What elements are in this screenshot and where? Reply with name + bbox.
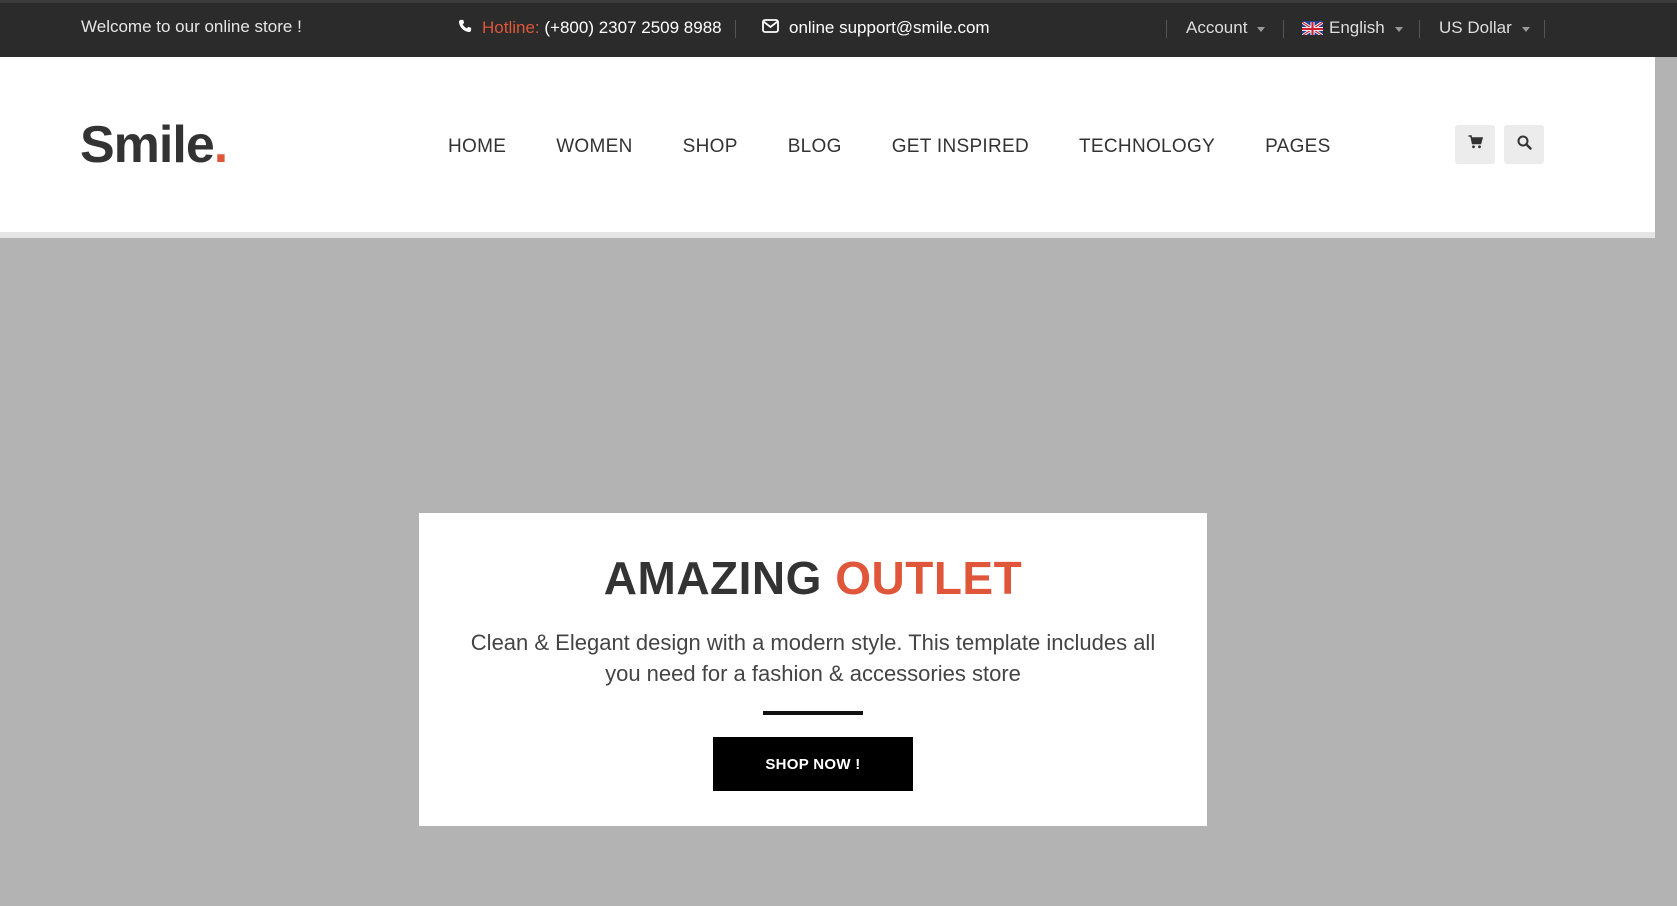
divider xyxy=(1544,20,1545,38)
divider xyxy=(1283,20,1284,38)
uk-flag-icon xyxy=(1302,21,1323,35)
hotline: Hotline: (+800) 2307 2509 8988 xyxy=(458,18,722,38)
hero-divider xyxy=(763,711,863,715)
site-logo[interactable]: Smile. xyxy=(80,115,228,175)
divider xyxy=(1419,20,1420,38)
divider xyxy=(1166,20,1167,38)
search-button[interactable] xyxy=(1504,125,1544,164)
caret-down-icon xyxy=(1521,27,1530,32)
currency-dropdown[interactable]: US Dollar xyxy=(1439,18,1530,38)
nav-item-blog[interactable]: BLOG xyxy=(788,136,842,158)
cart-button[interactable] xyxy=(1455,125,1495,164)
main-header: Smile. HOME WOMEN SHOP BLOG GET INSPIRED… xyxy=(0,57,1655,232)
header-shadow xyxy=(0,232,1655,238)
nav-item-get-inspired[interactable]: GET INSPIRED xyxy=(892,136,1029,158)
divider xyxy=(735,20,736,38)
logo-dot: . xyxy=(213,116,228,174)
search-icon xyxy=(1517,135,1532,155)
shop-now-button[interactable]: SHOP NOW ! xyxy=(713,737,913,791)
hero-description: Clean & Elegant design with a modern sty… xyxy=(470,630,1156,686)
hero-title-accent: OUTLET xyxy=(835,552,1023,604)
logo-text: Smile xyxy=(80,116,215,174)
welcome-text: Welcome to our online store ! xyxy=(81,17,302,36)
support-email-text: online support@smile.com xyxy=(789,18,990,37)
phone-icon xyxy=(458,18,472,38)
nav-item-women[interactable]: WOMEN xyxy=(556,136,632,158)
account-label: Account xyxy=(1186,18,1248,37)
nav-item-technology[interactable]: TECHNOLOGY xyxy=(1079,136,1215,158)
hero-card: AMAZING OUTLET Clean & Elegant design wi… xyxy=(419,513,1207,826)
top-bar: Welcome to our online store ! Hotline: (… xyxy=(0,0,1677,57)
hotline-label: Hotline: xyxy=(482,18,540,37)
support-email[interactable]: online support@smile.com xyxy=(762,18,990,38)
nav-item-pages[interactable]: PAGES xyxy=(1265,136,1331,158)
cart-icon xyxy=(1468,135,1483,154)
caret-down-icon xyxy=(1257,27,1266,32)
envelope-icon xyxy=(762,18,779,38)
language-dropdown[interactable]: English xyxy=(1302,18,1403,38)
account-dropdown[interactable]: Account xyxy=(1186,18,1266,38)
hotline-number[interactable]: (+800) 2307 2509 8988 xyxy=(544,18,721,37)
nav-item-home[interactable]: HOME xyxy=(448,136,506,158)
language-label: English xyxy=(1329,18,1385,37)
caret-down-icon xyxy=(1394,27,1403,32)
nav-item-shop[interactable]: SHOP xyxy=(683,136,738,158)
currency-label: US Dollar xyxy=(1439,18,1512,37)
hero-title-main: AMAZING xyxy=(603,552,822,604)
hero-title: AMAZING OUTLET xyxy=(419,551,1207,605)
main-nav: HOME WOMEN SHOP BLOG GET INSPIRED TECHNO… xyxy=(448,136,1381,158)
